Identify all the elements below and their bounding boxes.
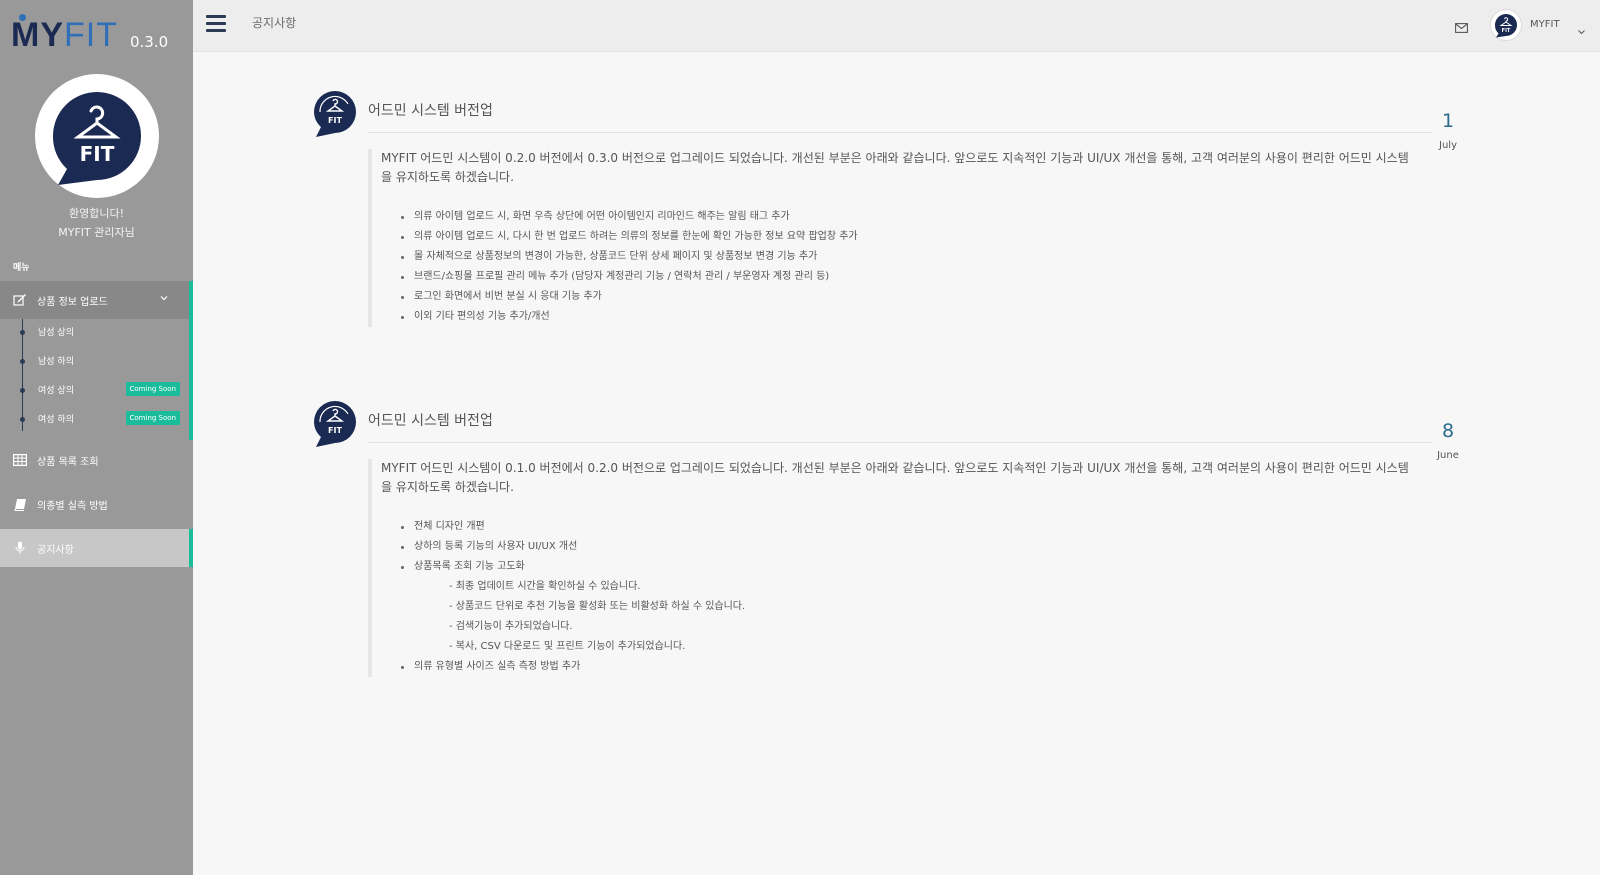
post-change-list: 의류 아이템 업로드 시, 화면 우측 상단에 어떤 아이템인지 리마인드 해주… xyxy=(381,207,1408,327)
sidebar-subitem-women-top[interactable]: 여성 상의 Coming Soon xyxy=(0,377,189,401)
bullet-icon xyxy=(20,417,25,422)
post-divider xyxy=(368,442,1433,443)
microphone-icon xyxy=(13,541,27,555)
post-title: 어드민 시스템 버전업 xyxy=(368,413,493,429)
welcome-line-2: MYFIT 관리자님 xyxy=(58,226,135,239)
list-item: 이외 기타 편의성 기능 추가/개선 xyxy=(401,307,1408,327)
post-intro: MYFIT 어드민 시스템이 0.2.0 버전에서 0.3.0 버전으로 업그레… xyxy=(381,151,1409,184)
post-title: 어드민 시스템 버전업 xyxy=(368,103,493,119)
post-intro: MYFIT 어드민 시스템이 0.1.0 버전에서 0.2.0 버전으로 업그레… xyxy=(381,461,1409,494)
sidebar-item-measure-method-label: 의종별 실측 방법 xyxy=(37,500,108,512)
logo-text-fit: FIT xyxy=(64,16,118,54)
app-version: 0.3.0 xyxy=(129,33,169,51)
page-title: 공지사항 xyxy=(252,16,297,30)
welcome-message: 환영합니다! MYFIT 관리자님 xyxy=(0,204,193,242)
profile-avatar: FIT xyxy=(35,74,159,198)
sidebar-subitem-men-bottom[interactable]: 남성 하의 xyxy=(0,348,189,372)
profile-logo-text: FIT xyxy=(80,142,115,166)
list-item: 의류 아이템 업로드 시, 다시 한 번 업로드 하려는 의류의 정보를 한눈에… xyxy=(401,227,1408,247)
list-item: 의류 아이템 업로드 시, 화면 우측 상단에 어떤 아이템인지 리마인드 해주… xyxy=(401,207,1408,227)
post-date-month: July xyxy=(1439,140,1457,151)
welcome-line-1: 환영합니다! xyxy=(68,207,124,220)
sidebar-item-notice-label: 공지사항 xyxy=(37,544,74,556)
bullet-icon xyxy=(20,330,25,335)
user-avatar[interactable]: FIT xyxy=(1490,9,1522,41)
sidebar-item-product-list[interactable]: 상품 목록 조회 xyxy=(0,441,193,479)
post-date-day: 8 xyxy=(1441,420,1455,442)
post-logo-text: FIT xyxy=(328,426,342,435)
list-item: 상품목록 조회 기능 고도화 xyxy=(401,557,1408,577)
post-logo-text: FIT xyxy=(328,116,342,125)
post-date-day: 1 xyxy=(1441,110,1455,132)
chevron-down-icon xyxy=(159,293,169,306)
app-logo[interactable]: MYFIT 0.3.0 xyxy=(11,14,168,52)
sidebar-item-upload[interactable]: 상품 정보 업로드 xyxy=(0,281,193,319)
mail-icon[interactable] xyxy=(1455,18,1468,37)
list-subitem: - 검색기능이 추가되었습니다. xyxy=(449,621,573,632)
sidebar-subitem-women-bottom[interactable]: 여성 하의 Coming Soon xyxy=(0,406,189,430)
upload-submenu: 남성 상의 남성 하의 여성 상의 Coming Soon 여성 하의 Comi… xyxy=(0,319,193,440)
book-icon xyxy=(13,497,27,511)
post-divider xyxy=(368,132,1433,133)
user-avatar-text: FIT xyxy=(1502,28,1511,34)
sidebar-item-measure-method[interactable]: 의종별 실측 방법 xyxy=(0,485,193,523)
post-change-list: 전체 디자인 개편 상하의 등록 기능의 사용자 UI/UX 개선 상품목록 조… xyxy=(381,517,1408,677)
list-subitem: - 최종 업데이트 시간을 확인하실 수 있습니다. xyxy=(449,581,641,592)
post-date: 8 June xyxy=(1418,420,1478,461)
list-item: 전체 디자인 개편 xyxy=(401,517,1408,537)
list-subitem: - 상품코드 단위로 추천 기능을 활성화 또는 비활성화 하실 수 있습니다. xyxy=(449,601,746,612)
list-subitem: - 복사, CSV 다운로드 및 프린트 기능이 추가되었습니다. xyxy=(449,641,686,652)
menu-icon[interactable] xyxy=(206,15,226,33)
menu-label: 메뉴 xyxy=(13,263,30,273)
list-item: 로그인 화면에서 비번 분실 시 응대 기능 추가 xyxy=(401,287,1408,307)
bullet-icon xyxy=(20,359,25,364)
list-item: 브랜드/쇼핑몰 프로필 관리 메뉴 추가 (담당자 계정관리 기능 / 연락처 … xyxy=(401,267,1408,287)
logo-dot xyxy=(19,14,26,21)
sidebar: MYFIT 0.3.0 FIT 환영합니다! MYFIT 관리자님 메뉴 상품 … xyxy=(0,0,193,875)
post-date: 1 July xyxy=(1418,110,1478,151)
list-item: 상하의 등록 기능의 사용자 UI/UX 개선 xyxy=(401,537,1408,557)
sidebar-item-product-list-label: 상품 목록 조회 xyxy=(37,456,99,468)
post-date-month: June xyxy=(1437,450,1459,461)
post-body: MYFIT 어드민 시스템이 0.1.0 버전에서 0.2.0 버전으로 업그레… xyxy=(368,459,1409,677)
list-item: 의류 유형별 사이즈 실측 측정 방법 추가 xyxy=(401,657,1408,677)
logo-text-my: MY xyxy=(11,16,64,54)
edit-icon xyxy=(13,293,27,307)
fit-logo-icon: FIT xyxy=(314,91,356,137)
user-name[interactable]: MYFIT xyxy=(1530,19,1560,30)
fit-logo-icon: FIT xyxy=(314,401,356,447)
sidebar-subitem-men-top[interactable]: 남성 상의 xyxy=(0,319,189,343)
table-icon xyxy=(13,453,27,467)
chevron-down-icon[interactable] xyxy=(1577,21,1586,40)
post-body: MYFIT 어드민 시스템이 0.2.0 버전에서 0.3.0 버전으로 업그레… xyxy=(368,149,1409,327)
top-bar: 공지사항 FIT MYFIT xyxy=(193,0,1600,52)
list-item: 몰 자체적으로 상품정보의 변경이 가능한, 상품코드 단위 상세 페이지 및 … xyxy=(401,247,1408,267)
sidebar-item-upload-label: 상품 정보 업로드 xyxy=(37,296,108,308)
coming-soon-badge: Coming Soon xyxy=(125,382,180,396)
sidebar-item-notice[interactable]: 공지사항 xyxy=(0,529,193,567)
bullet-icon xyxy=(20,388,25,393)
coming-soon-badge: Coming Soon xyxy=(125,411,180,425)
